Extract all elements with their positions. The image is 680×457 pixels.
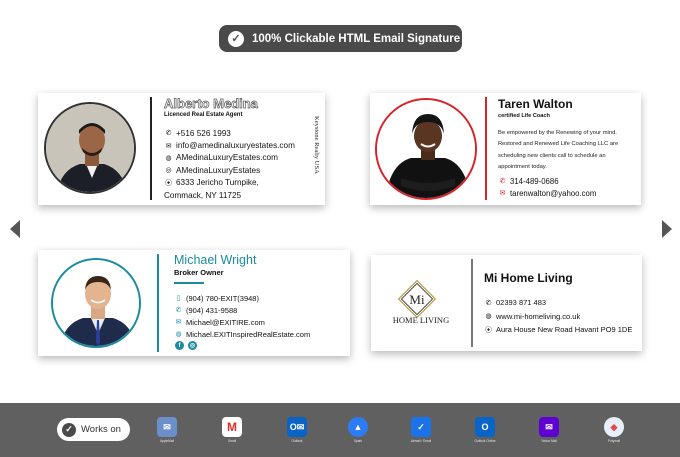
contact-phone[interactable]: ✆ 314-489-0686 [498,175,596,187]
contact-email[interactable]: ✉ tarenwalton@yahoo.com [498,187,597,199]
outlook-icon: O✉ [287,417,307,437]
mobile-icon: ▯ [176,295,181,302]
contact-phone[interactable]: ✆ +516 526 1993 [164,127,295,139]
badge-text: 100% Clickable HTML Email Signature [252,32,461,45]
divider [157,254,159,352]
client-spark: ▲ Spark [340,417,376,443]
contact-bio: Be empowered by the Renewing of your min… [498,130,619,170]
outlook-online-icon: O [475,417,495,437]
contact-email[interactable]: ✉ info@amedinaluxuryestates.com [164,139,295,151]
signature-card-michael[interactable]: Michael Wright Broker Owner ▯ (904) 780-E… [38,250,350,356]
divider [471,259,473,347]
avatar [44,102,136,194]
works-on-bar: ✓ Works on ✉ AppleMail M Gmail O✉ Outloo… [0,403,680,457]
social-links: f ◎ [175,341,197,350]
contact-list: ✆ +516 526 1993 ✉ info@amedinaluxuryestate… [164,127,295,201]
globe-icon: ◍ [175,331,182,338]
logo-monogram: Mi [409,292,425,307]
works-on-label: Works on [81,424,121,435]
contact-list: ✆ 314-489-0686 ✉ tarenwalton@yahoo.com [498,175,597,199]
signature-card-alberto[interactable]: Alberto Medina Licenced Real Estate Agen… [38,93,325,205]
contact-address: ⦿ 6333 Jericho Turnpike, [165,178,259,188]
contact-address: ⦿ Aura House New Road Havant PO9 1DE [485,325,633,335]
client-outlook-online: O Outlook Online [467,417,503,443]
phone-icon: ✆ [485,299,492,307]
contact-email[interactable]: ✉ Michael@EXITIRE.com [174,316,310,328]
client-apple-mail: ✉ AppleMail [149,417,185,443]
feature-badge: ✓ 100% Clickable HTML Email Signature [219,25,462,52]
contact-title: certified Life Coach [498,113,550,119]
yahoo-mail-icon: ✉ [539,417,559,437]
instagram-icon[interactable]: ◎ [188,341,197,350]
contact-name: Taren Walton [498,97,573,111]
contact-mobile[interactable]: ▯ (904) 780-EXIT(3948) [174,292,310,304]
phone-icon: ✆ [175,307,182,314]
client-yahoo-mail: ✉ Yahoo Mail [531,417,567,443]
contact-phone[interactable]: ✆ (904) 431-9588 [174,304,310,316]
client-polymail: ◆ Polymail [596,417,632,443]
contact-website[interactable]: ◍ Michael.EXITInspiredRealEstate.com [174,328,310,340]
globe-icon: ◍ [485,313,492,321]
apple-mail-icon: ✉ [157,417,177,437]
envelope-icon: ✉ [165,142,172,150]
check-circle-icon: ✓ [62,422,76,437]
instagram-icon: ◎ [165,167,172,175]
phone-icon: ✆ [165,130,172,138]
logo-text: HOME LIVING [392,315,450,325]
client-airmail: ✓ Airmail / Email [403,417,439,443]
contact-list: ✆ 02393 871 483 ◍ www.mi-homeliving.co.uk … [484,296,632,337]
works-on-pill: ✓ Works on [57,418,130,441]
triangle-right-icon[interactable] [662,220,672,238]
envelope-icon: ✉ [499,190,506,197]
contact-list: ▯ (904) 780-EXIT(3948) ✆ (904) 431-9588 ✉ M… [174,292,310,340]
contact-website[interactable]: ◍ www.mi-homeliving.co.uk [484,310,632,324]
gmail-icon: M [222,417,242,437]
triangle-left-icon[interactable] [10,220,20,238]
contact-website[interactable]: ◍ AMedinaLuxuryEstates.com [164,152,295,164]
avatar [51,258,141,348]
facebook-icon[interactable]: f [175,341,184,350]
contact-title: Broker Owner [174,268,224,277]
contact-address-2: Commack, NY 11725 [164,190,242,200]
divider [485,97,487,200]
divider [150,97,152,200]
title-underline [174,282,204,284]
phone-icon: ✆ [499,178,506,185]
contact-phone[interactable]: ✆ 02393 871 483 [484,296,632,310]
contact-name: Michael Wright [174,253,257,267]
envelope-icon: ✉ [175,319,182,326]
location-icon: ⦿ [165,179,172,187]
client-outlook: O✉ Outlook [279,417,315,443]
location-icon: ⦿ [485,326,492,334]
page: ✓ 100% Clickable HTML Email Signature Al… [0,0,680,457]
avatar [375,98,477,200]
signature-card-taren[interactable]: Taren Walton certified Life Coach Be emp… [370,93,641,205]
airmail-icon: ✓ [411,417,431,437]
globe-icon: ◍ [165,154,172,162]
check-circle-icon: ✓ [228,30,244,47]
spark-icon: ▲ [348,417,368,437]
signature-card-mihome[interactable]: Mi HOME LIVING Mi Home Living ✆ 02393 871… [371,255,642,351]
contact-name: Mi Home Living [484,271,573,285]
contact-title: Licenced Real Estate Agent [164,112,243,118]
contact-social[interactable]: ◎ AMedinaLuxuryEstates [164,164,295,176]
polymail-icon: ◆ [604,417,624,437]
client-gmail: M Gmail [214,417,250,443]
brand-vertical-text: Keystone Realty USA [313,116,320,174]
contact-name: Alberto Medina [164,96,259,112]
